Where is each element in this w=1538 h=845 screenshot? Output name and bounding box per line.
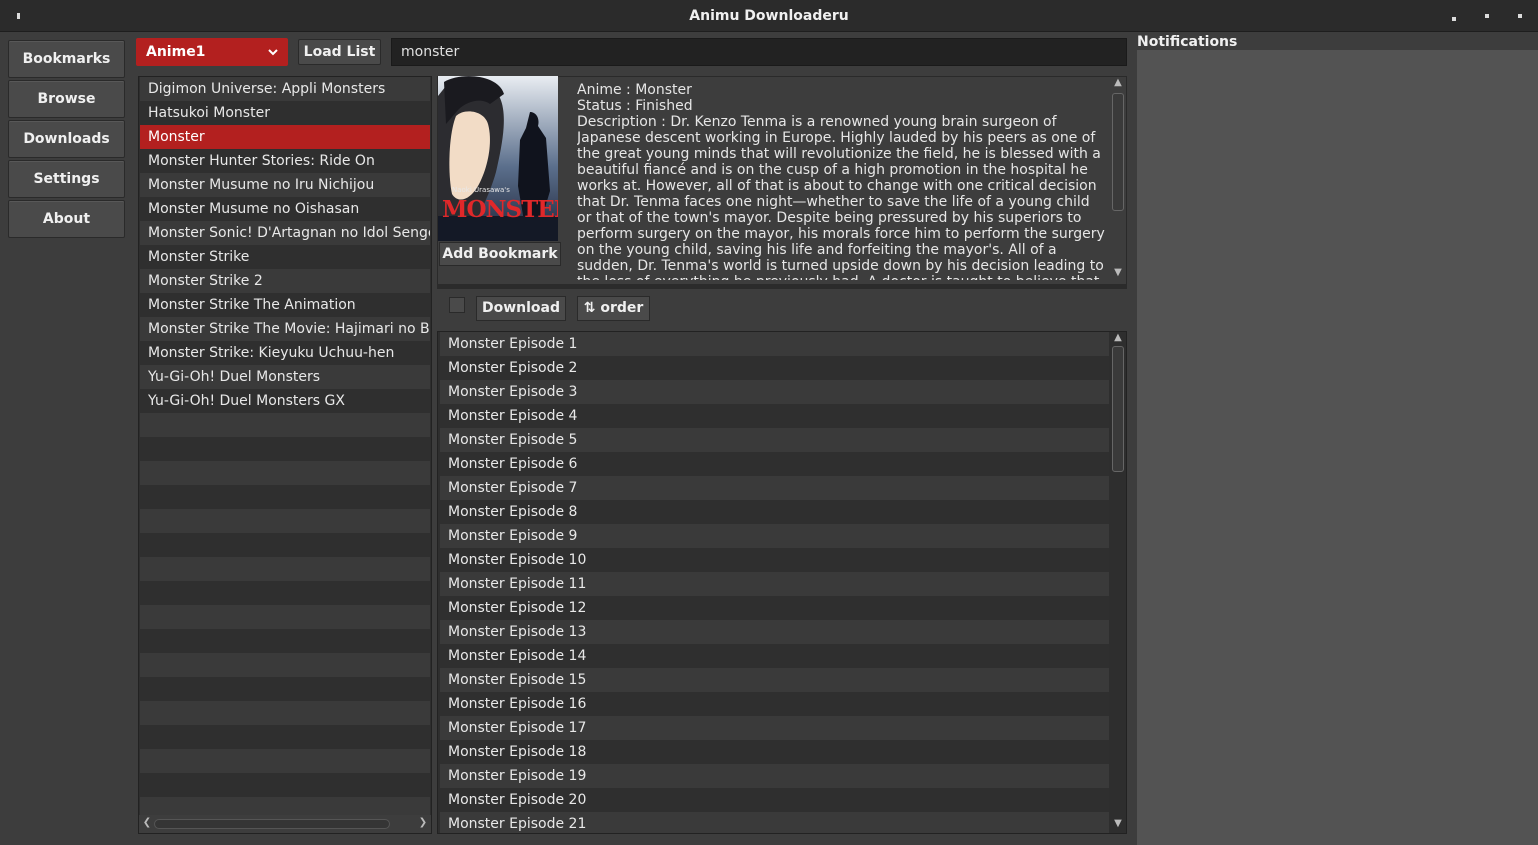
add-bookmark-button[interactable]: Add Bookmark [439, 242, 561, 266]
episode-item[interactable]: Monster Episode 1 [440, 332, 1109, 356]
episode-list[interactable]: Monster Episode 1 Monster Episode 2 Monste… [437, 331, 1127, 834]
sidebar-item-about[interactable]: About [8, 200, 125, 238]
episode-item[interactable]: Monster Episode 17 [440, 716, 1109, 740]
result-empty-row [140, 557, 430, 581]
result-empty-row [140, 701, 430, 725]
episode-item[interactable]: Monster Episode 15 [440, 668, 1109, 692]
sidebar-item-bookmarks[interactable]: Bookmarks [8, 40, 125, 78]
result-empty-row [140, 653, 430, 677]
sidebar-item-downloads[interactable]: Downloads [8, 120, 125, 158]
episode-item[interactable]: Monster Episode 11 [440, 572, 1109, 596]
result-item[interactable]: Yu-Gi-Oh! Duel Monsters GX [140, 389, 430, 413]
detail-vertical-scrollbar[interactable]: ▲ ▼ [1110, 77, 1126, 283]
result-empty-row [140, 581, 430, 605]
scroll-left-icon[interactable]: ❮ [139, 817, 155, 828]
order-button[interactable]: ⇅ order [577, 296, 650, 321]
result-item[interactable]: Monster Hunter Stories: Ride On [140, 149, 430, 173]
select-all-checkbox[interactable] [449, 297, 465, 313]
scrollbar-thumb[interactable] [1112, 346, 1124, 472]
episode-item[interactable]: Monster Episode 13 [440, 620, 1109, 644]
result-empty-row [140, 677, 430, 701]
result-empty-row [140, 605, 430, 629]
episode-item[interactable]: Monster Episode 16 [440, 692, 1109, 716]
result-item[interactable]: Monster Strike 2 [140, 269, 430, 293]
window-title: Animu Downloaderu [689, 8, 849, 24]
result-item[interactable]: Monster Musume no Iru Nichijou [140, 173, 430, 197]
episode-vertical-scrollbar[interactable]: ▲ ▼ [1110, 332, 1126, 832]
anime-description: Anime : Monster Status : Finished Descri… [577, 82, 1105, 280]
episode-item[interactable]: Monster Episode 5 [440, 428, 1109, 452]
sidebar-item-settings[interactable]: Settings [8, 160, 125, 198]
result-empty-row [140, 437, 430, 461]
app-menu-icon[interactable] [12, 10, 24, 22]
results-list[interactable]: Digimon Universe: Appli Monsters Hatsukoi… [138, 76, 432, 834]
download-button[interactable]: Download [476, 296, 566, 321]
result-item[interactable]: Digimon Universe: Appli Monsters [140, 77, 430, 101]
result-item[interactable]: Monster Strike The Movie: Hajimari no Ba… [140, 317, 430, 341]
result-item[interactable]: Monster Strike: Kieyuku Uchuu-hen [140, 341, 430, 365]
source-select-value: Anime1 [146, 44, 206, 60]
scroll-down-icon[interactable]: ▼ [1110, 818, 1126, 829]
load-list-button[interactable]: Load List [298, 39, 381, 65]
cover-title: MONSTER [442, 196, 558, 223]
result-item[interactable]: Yu-Gi-Oh! Duel Monsters [140, 365, 430, 389]
result-empty-row [140, 629, 430, 653]
result-item[interactable]: Monster Strike The Animation [140, 293, 430, 317]
episode-item[interactable]: Monster Episode 7 [440, 476, 1109, 500]
scroll-up-icon[interactable]: ▲ [1110, 77, 1126, 88]
episode-item[interactable]: Monster Episode 18 [440, 740, 1109, 764]
result-empty-row [140, 533, 430, 557]
chevron-down-icon [268, 49, 278, 56]
sidebar-item-browse[interactable]: Browse [8, 80, 125, 118]
episode-item[interactable]: Monster Episode 10 [440, 548, 1109, 572]
maximize-icon[interactable] [1481, 10, 1493, 22]
pane-divider[interactable] [437, 284, 1127, 289]
result-item[interactable]: Monster Sonic! D'Artagnan no Idol Sengen [140, 221, 430, 245]
source-select[interactable]: Anime1 [136, 38, 288, 66]
result-empty-row [140, 773, 430, 797]
notifications-title: Notifications [1137, 34, 1238, 50]
scroll-right-icon[interactable]: ❯ [415, 817, 431, 828]
result-empty-row [140, 413, 430, 437]
result-item[interactable]: Hatsukoi Monster [140, 101, 430, 125]
episode-item[interactable]: Monster Episode 21 [440, 812, 1109, 833]
episode-item[interactable]: Monster Episode 19 [440, 764, 1109, 788]
anime-description-text: Description : Dr. Kenzo Tenma is a renow… [577, 114, 1105, 280]
scrollbar-thumb[interactable] [1112, 93, 1124, 211]
episode-item[interactable]: Monster Episode 14 [440, 644, 1109, 668]
episode-item[interactable]: Monster Episode 3 [440, 380, 1109, 404]
result-item[interactable]: Monster Musume no Oishasan [140, 197, 430, 221]
episode-item[interactable]: Monster Episode 4 [440, 404, 1109, 428]
result-item[interactable]: Monster Strike [140, 245, 430, 269]
cover-subtitle: Naoki Urasawa's [452, 186, 510, 194]
close-icon[interactable] [1514, 10, 1526, 22]
episode-item[interactable]: Monster Episode 8 [440, 500, 1109, 524]
scroll-up-icon[interactable]: ▲ [1110, 332, 1126, 343]
notifications-panel [1137, 50, 1538, 845]
result-empty-row [140, 461, 430, 485]
anime-cover-image: Naoki Urasawa's MONSTER [438, 76, 558, 241]
scroll-down-icon[interactable]: ▼ [1110, 267, 1126, 278]
episode-item[interactable]: Monster Episode 2 [440, 356, 1109, 380]
result-empty-row [140, 485, 430, 509]
episode-item[interactable]: Monster Episode 9 [440, 524, 1109, 548]
minimize-icon[interactable] [1448, 10, 1460, 22]
episode-item[interactable]: Monster Episode 12 [440, 596, 1109, 620]
search-input[interactable] [391, 38, 1127, 66]
result-empty-row [140, 725, 430, 749]
result-item[interactable]: Monster [140, 125, 430, 149]
episode-item[interactable]: Monster Episode 20 [440, 788, 1109, 812]
episode-item[interactable]: Monster Episode 6 [440, 452, 1109, 476]
scrollbar-thumb[interactable] [154, 819, 390, 829]
result-empty-row [140, 749, 430, 773]
anime-name: Anime : Monster [577, 82, 692, 98]
result-empty-row [140, 509, 430, 533]
anime-status: Status : Finished [577, 98, 693, 114]
